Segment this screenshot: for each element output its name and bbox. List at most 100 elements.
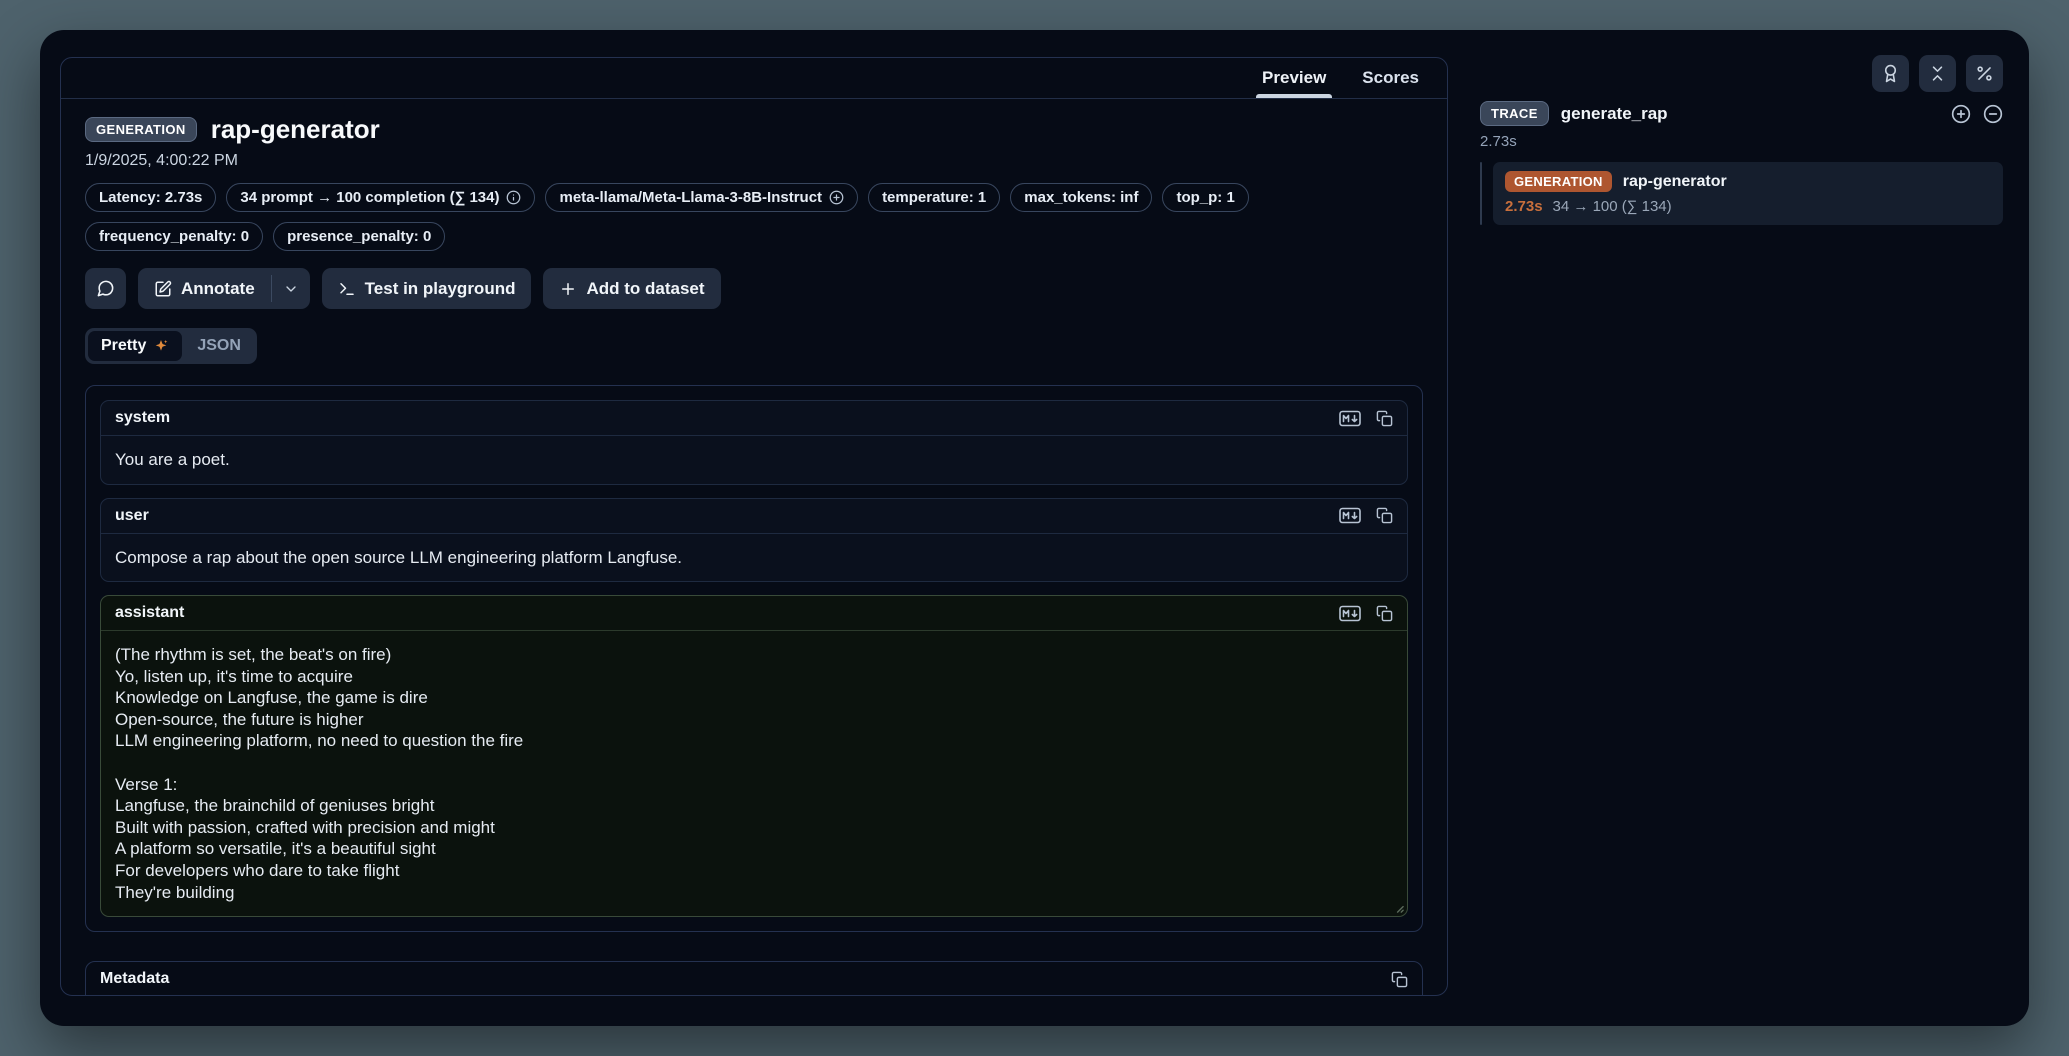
assistant-message: assistant (The rhythm is set, the beat' (100, 595, 1408, 917)
chat-bubble-icon (96, 279, 115, 298)
award-icon (1881, 64, 1900, 83)
user-message-header: user (101, 499, 1407, 534)
json-toggle[interactable]: JSON (184, 331, 254, 361)
add-to-dataset-label: Add to dataset (586, 279, 704, 299)
node-tokens: 34 → 100 (∑ 134) (1553, 198, 1672, 215)
chevrons-down-up-icon (1928, 64, 1947, 83)
expand-all-button[interactable] (1951, 104, 1971, 124)
test-in-playground-button[interactable]: Test in playground (322, 268, 532, 309)
system-message: system You are a poet. (100, 400, 1408, 485)
observation-content: GENERATION rap-generator 1/9/2025, 4:00:… (61, 99, 1447, 996)
node-stats-row: 2.73s 34 → 100 (∑ 134) (1505, 198, 1991, 215)
metadata-title: Metadata (100, 970, 169, 988)
role-label: system (115, 409, 170, 427)
tree-node-generation[interactable]: GENERATION rap-generator 2.73s 34 → 100 … (1493, 162, 2003, 225)
node-latency: 2.73s (1505, 198, 1543, 215)
trace-latency: 2.73s (1480, 133, 2029, 150)
metadata-actions (1391, 971, 1408, 988)
metadata-header: Metadata (86, 962, 1422, 996)
tokens-pill-label: 34 prompt → 100 completion (∑ 134) (240, 189, 499, 206)
presence-penalty-pill-label: presence_penalty: 0 (287, 228, 431, 245)
pretty-toggle-label: Pretty (101, 337, 146, 355)
input-output-card: system You are a poet. (85, 385, 1423, 932)
scores-percent-button[interactable] (1966, 55, 2003, 92)
annotate-split-button: Annotate (138, 268, 310, 309)
plus-circle-icon (829, 190, 844, 205)
observation-toolbar: Annotate Test in playgroun (85, 268, 1423, 309)
tab-preview-label: Preview (1262, 68, 1326, 88)
max-tokens-pill: max_tokens: inf (1010, 183, 1152, 212)
presence-penalty-pill: presence_penalty: 0 (273, 222, 445, 251)
system-message-header: system (101, 401, 1407, 436)
tree-controls (1951, 104, 2003, 124)
role-label: user (115, 507, 149, 525)
message-content: (The rhythm is set, the beat's on fire) … (101, 631, 1407, 916)
model-pill[interactable]: meta-llama/Meta-Llama-3-8B-Instruct (545, 183, 858, 212)
plus-icon (559, 280, 577, 298)
top-p-pill-label: top_p: 1 (1176, 189, 1234, 206)
copy-button[interactable] (1376, 605, 1393, 622)
collapse-all-button[interactable] (1983, 104, 2003, 124)
latency-pill: Latency: 2.73s (85, 183, 216, 212)
observation-timestamp: 1/9/2025, 4:00:22 PM (85, 152, 1423, 170)
metadata-card: Metadata { (85, 961, 1423, 996)
annotate-button[interactable]: Annotate (138, 268, 271, 309)
screen: Preview Scores GENERATION rap-generator … (0, 0, 2069, 1056)
observation-title-row: GENERATION rap-generator (85, 114, 1423, 145)
trace-header-row[interactable]: TRACE generate_rap (1480, 101, 2003, 126)
comment-button[interactable] (85, 268, 126, 309)
trace-type-badge: TRACE (1480, 101, 1549, 126)
chevron-down-icon (283, 281, 299, 297)
assistant-message-header: assistant (101, 596, 1407, 631)
annotate-button-label: Annotate (181, 279, 255, 299)
generation-type-badge: GENERATION (85, 117, 197, 142)
pretty-toggle[interactable]: Pretty (88, 331, 182, 361)
message-actions (1339, 507, 1393, 524)
edit-pen-icon (154, 280, 172, 298)
resize-grip-icon[interactable] (1393, 902, 1404, 913)
latency-pill-label: Latency: 2.73s (99, 189, 202, 206)
copy-button[interactable] (1376, 410, 1393, 427)
observation-attribute-pills: Latency: 2.73s 34 prompt → 100 completio… (85, 183, 1423, 251)
test-in-playground-label: Test in playground (365, 279, 516, 299)
message-content: Compose a rap about the open source LLM … (101, 534, 1407, 582)
tab-scores-label: Scores (1362, 68, 1419, 88)
observation-preview-panel: Preview Scores GENERATION rap-generator … (60, 57, 1448, 996)
copy-metadata-button[interactable] (1391, 971, 1408, 988)
trace-name: generate_rap (1561, 104, 1668, 124)
message-content: You are a poet. (101, 436, 1407, 484)
collapse-view-button[interactable] (1919, 55, 1956, 92)
tokens-pill[interactable]: 34 prompt → 100 completion (∑ 134) (226, 183, 535, 212)
copy-button[interactable] (1376, 507, 1393, 524)
message-actions (1339, 410, 1393, 427)
node-type-badge: GENERATION (1505, 171, 1612, 192)
frequency-penalty-pill: frequency_penalty: 0 (85, 222, 263, 251)
tree-rail (1480, 162, 1482, 225)
user-message: user Compose a rap about the open sourc (100, 498, 1408, 583)
top-p-pill: top_p: 1 (1162, 183, 1248, 212)
max-tokens-pill-label: max_tokens: inf (1024, 189, 1138, 206)
json-toggle-label: JSON (197, 337, 241, 355)
node-name: rap-generator (1623, 173, 1727, 191)
markdown-toggle-button[interactable] (1339, 605, 1361, 622)
percent-icon (1975, 64, 1994, 83)
annotation-queue-button[interactable] (1872, 55, 1909, 92)
temperature-pill-label: temperature: 1 (882, 189, 986, 206)
trace-detail-window: Preview Scores GENERATION rap-generator … (40, 30, 2029, 1026)
tab-preview[interactable]: Preview (1248, 58, 1340, 98)
info-icon (506, 190, 521, 205)
window-actions (1462, 30, 2029, 92)
node-title-row: GENERATION rap-generator (1505, 171, 1991, 192)
model-pill-label: meta-llama/Meta-Llama-3-8B-Instruct (559, 189, 822, 206)
observation-title: rap-generator (211, 114, 380, 145)
tab-scores[interactable]: Scores (1348, 58, 1433, 98)
preview-tabbar: Preview Scores (61, 58, 1447, 99)
observation-tree: GENERATION rap-generator 2.73s 34 → 100 … (1480, 162, 2003, 225)
terminal-icon (338, 280, 356, 298)
markdown-toggle-button[interactable] (1339, 507, 1361, 524)
annotate-dropdown-button[interactable] (272, 268, 310, 309)
frequency-penalty-pill-label: frequency_penalty: 0 (99, 228, 249, 245)
markdown-toggle-button[interactable] (1339, 410, 1361, 427)
temperature-pill: temperature: 1 (868, 183, 1000, 212)
add-to-dataset-button[interactable]: Add to dataset (543, 268, 720, 309)
